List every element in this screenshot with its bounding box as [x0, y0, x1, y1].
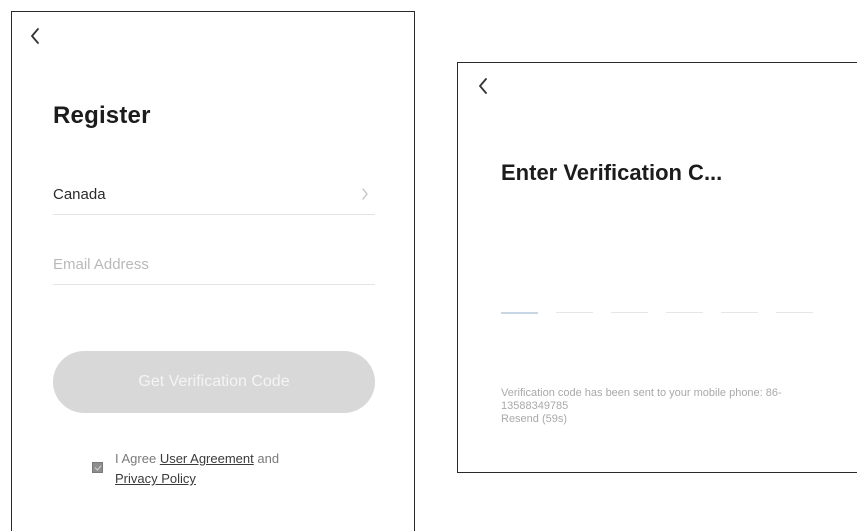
agreement-row: I Agree User Agreement and Privacy Policy [92, 449, 352, 489]
verification-message: Verification code has been sent to your … [501, 387, 821, 426]
register-screen: Register Canada Get Verification Code I … [11, 11, 415, 531]
chevron-left-icon [31, 28, 39, 44]
register-back-button[interactable] [24, 24, 46, 48]
verification-code-input[interactable] [501, 311, 813, 314]
code-digit-slot[interactable] [721, 311, 758, 313]
verification-title: Enter Verification C... [501, 160, 723, 185]
code-digit-slot[interactable] [556, 311, 593, 313]
agree-prefix: I Agree [115, 451, 160, 466]
privacy-policy-link[interactable]: Privacy Policy [115, 471, 196, 486]
chevron-right-icon [362, 188, 368, 200]
verification-sent-text: Verification code has been sent to your … [501, 387, 782, 412]
code-digit-slot[interactable] [776, 311, 813, 313]
resend-link[interactable]: Resend (59s) [501, 413, 821, 426]
email-field-row [53, 245, 375, 285]
code-digit-slot[interactable] [501, 311, 538, 314]
code-digit-slot[interactable] [666, 311, 703, 313]
register-title: Register [53, 102, 151, 129]
get-verification-code-button[interactable]: Get Verification Code [53, 351, 375, 413]
code-digit-slot[interactable] [611, 311, 648, 313]
country-selector[interactable]: Canada [53, 175, 375, 215]
user-agreement-link[interactable]: User Agreement [160, 451, 254, 466]
chevron-left-icon [479, 78, 487, 94]
country-value: Canada [53, 186, 106, 203]
agree-checkbox[interactable] [92, 462, 103, 473]
agreement-text: I Agree User Agreement and Privacy Policy [115, 449, 279, 489]
verification-back-button[interactable] [472, 74, 494, 98]
agree-and: and [253, 451, 280, 466]
verification-screen: Enter Verification C... Verification cod… [457, 62, 857, 473]
email-input[interactable] [53, 256, 375, 273]
